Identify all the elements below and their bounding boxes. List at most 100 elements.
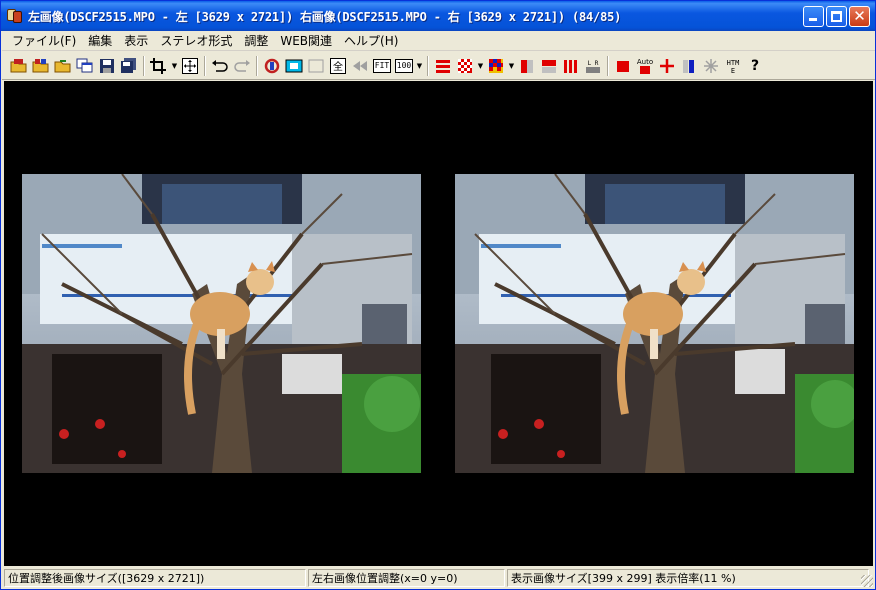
save-all-button[interactable] xyxy=(118,55,140,77)
toolbar: ▼ 全 FIT 100 ▼ ▼ ▼ L R Auto HTM E ? xyxy=(2,52,875,80)
color-balance-button[interactable] xyxy=(678,55,700,77)
menu-adjust[interactable]: 調整 xyxy=(238,32,274,49)
fit-label: FIT xyxy=(372,58,392,73)
crosshair-icon xyxy=(660,58,674,73)
save-disk-icon xyxy=(100,58,114,73)
html-export-button[interactable]: HTM E xyxy=(722,55,744,77)
window-list-button[interactable] xyxy=(74,55,96,77)
toolbar-separator xyxy=(143,55,145,76)
red-blue-bars-icon xyxy=(683,59,694,73)
crop-dropdown[interactable]: ▼ xyxy=(170,55,179,77)
menu-stereo-format[interactable]: ステレオ形式 xyxy=(154,32,238,49)
menu-view[interactable]: 表示 xyxy=(118,32,154,49)
crosshair-button[interactable] xyxy=(656,55,678,77)
close-icon: ✕ xyxy=(853,7,866,25)
move-button[interactable] xyxy=(179,55,201,77)
open-right-button[interactable] xyxy=(52,55,74,77)
menu-edit[interactable]: 編集 xyxy=(82,32,118,49)
checkerboard-icon xyxy=(458,58,472,73)
zoom-100-button[interactable]: 100 xyxy=(393,55,415,77)
svg-text:全: 全 xyxy=(333,60,343,73)
menu-bar: ファイル(F) 編集 表示 ステレオ形式 調整 WEB関連 ヘルプ(H) xyxy=(2,31,875,51)
vertical-lines-icon xyxy=(564,59,577,73)
sparkle-icon xyxy=(704,58,718,73)
htm-label: HTM xyxy=(727,59,740,67)
open-folder-icon xyxy=(10,58,27,72)
help-button[interactable]: ? xyxy=(744,55,766,77)
auto-label: Auto xyxy=(637,58,653,66)
right-photo-cat-in-tree xyxy=(455,174,854,473)
swap-button[interactable] xyxy=(261,55,283,77)
toolbar-separator xyxy=(607,55,609,76)
minimize-button[interactable] xyxy=(803,6,824,27)
open-button[interactable] xyxy=(8,55,30,77)
right-image[interactable] xyxy=(455,174,854,473)
dropdown-arrow-icon: ▼ xyxy=(508,61,515,70)
side-by-side-left-button[interactable] xyxy=(516,55,538,77)
dropdown-arrow-icon: ▼ xyxy=(416,61,423,70)
window-title: 左画像(DSCF2515.MPO - 左 [3629 x 2721]) 右画像(… xyxy=(28,9,622,24)
image-canvas[interactable] xyxy=(4,81,873,566)
frame-button[interactable] xyxy=(283,55,305,77)
full-screen-icon: 全 xyxy=(330,57,346,74)
title-bar[interactable]: 左画像(DSCF2515.MPO - 左 [3629 x 2721]) 右画像(… xyxy=(1,1,875,31)
effects-button[interactable] xyxy=(700,55,722,77)
over-under-button[interactable] xyxy=(538,55,560,77)
maximize-button[interactable] xyxy=(826,6,847,27)
lr-image-icon: L R xyxy=(586,60,600,73)
left-image[interactable] xyxy=(22,174,421,473)
status-bar: 位置調整後画像サイズ([3629 x 2721]) 左右画像位置調整(x=0 y… xyxy=(2,567,875,589)
close-button[interactable]: ✕ xyxy=(849,6,870,27)
save-multiple-icon xyxy=(121,57,136,73)
redo-icon xyxy=(234,59,250,72)
resize-grip[interactable] xyxy=(861,575,873,587)
open-folder-right-icon xyxy=(54,59,71,72)
frame-cyan-icon xyxy=(285,59,303,72)
anaglyph-button[interactable] xyxy=(485,55,507,77)
dropdown-arrow-icon: ▼ xyxy=(477,61,484,70)
application-window: 左画像(DSCF2515.MPO - 左 [3629 x 2721]) 右画像(… xyxy=(0,0,876,590)
auto-adjust-button[interactable]: Auto xyxy=(634,55,656,77)
left-photo-cat-in-tree xyxy=(22,174,421,473)
crop-icon xyxy=(150,57,166,74)
open-folder-left-icon xyxy=(32,58,49,72)
menu-file[interactable]: ファイル(F) xyxy=(6,32,82,49)
previous-button[interactable] xyxy=(349,55,371,77)
toolbar-separator xyxy=(427,55,429,76)
lr-swap-view-button[interactable]: L R xyxy=(582,55,604,77)
auto-adjust-icon: Auto xyxy=(637,58,653,74)
horizontal-lines-icon xyxy=(436,59,450,73)
dropdown-arrow-icon: ▼ xyxy=(171,61,178,70)
undo-button[interactable] xyxy=(209,55,231,77)
column-interleave-button[interactable] xyxy=(560,55,582,77)
rewind-icon xyxy=(353,60,367,71)
crop-button[interactable] xyxy=(148,55,170,77)
maximize-icon xyxy=(831,11,842,22)
app-icon[interactable] xyxy=(6,7,24,25)
save-button[interactable] xyxy=(96,55,118,77)
redo-button[interactable] xyxy=(231,55,253,77)
anaglyph-dropdown[interactable]: ▼ xyxy=(507,55,516,77)
red-square-button[interactable] xyxy=(612,55,634,77)
status-pane-image-size: 位置調整後画像サイズ([3629 x 2721]) xyxy=(4,569,306,587)
line-by-line-button[interactable] xyxy=(432,55,454,77)
menu-web[interactable]: WEB関連 xyxy=(274,32,338,49)
checkerboard-dropdown[interactable]: ▼ xyxy=(476,55,485,77)
html-export-icon: HTME xyxy=(727,59,740,75)
status-pane-position: 左右画像位置調整(x=0 y=0) xyxy=(308,569,505,587)
checkerboard-button[interactable] xyxy=(454,55,476,77)
color-grid-icon xyxy=(489,58,503,73)
undo-icon xyxy=(212,59,228,72)
refresh-swap-icon xyxy=(264,58,280,73)
blank-frame-button[interactable] xyxy=(305,55,327,77)
help-label: ? xyxy=(750,57,760,74)
open-left-button[interactable] xyxy=(30,55,52,77)
menu-help[interactable]: ヘルプ(H) xyxy=(338,32,404,49)
zoom-100-label: 100 xyxy=(394,58,414,73)
full-screen-button[interactable]: 全 xyxy=(327,55,349,77)
frame-disabled-icon xyxy=(308,59,324,72)
minimize-icon xyxy=(809,18,817,21)
zoom-dropdown[interactable]: ▼ xyxy=(415,55,424,77)
move-arrows-icon xyxy=(182,57,198,74)
fit-button[interactable]: FIT xyxy=(371,55,393,77)
